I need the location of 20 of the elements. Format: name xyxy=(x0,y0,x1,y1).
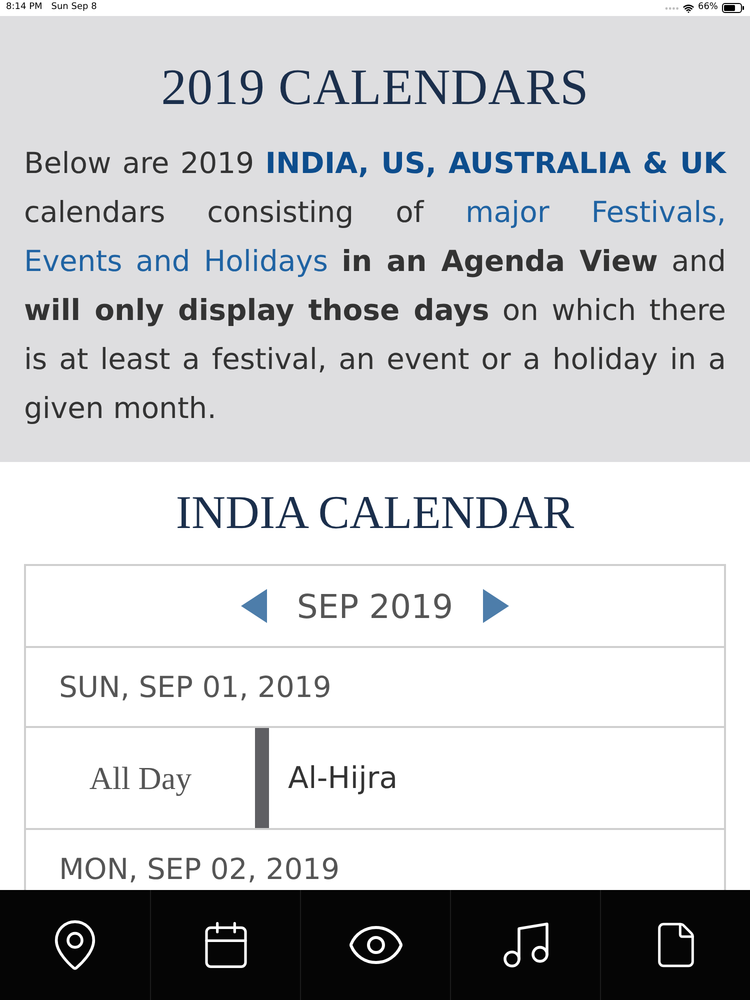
wifi-icon xyxy=(682,2,694,14)
previous-month-button[interactable] xyxy=(240,589,267,623)
month-label: SEP 2019 xyxy=(296,590,454,622)
signal-dots-icon xyxy=(664,6,679,10)
calendar-link[interactable]: major Festivals, xyxy=(466,195,726,229)
day-heading: SUN, SEP 01, 2019 xyxy=(59,672,332,702)
calendar-title: INDIA CALENDAR xyxy=(174,487,576,540)
status-time: 8:14 PM xyxy=(6,1,42,14)
battery-icon xyxy=(722,3,744,13)
triangle-left-icon xyxy=(240,589,267,623)
status-date: Sun Sep 8 xyxy=(51,1,97,14)
day-heading: MON, SEP 02, 2019 xyxy=(59,854,340,884)
calendar-link[interactable]: Events and Holidays xyxy=(24,244,328,278)
next-month-button[interactable] xyxy=(483,589,510,623)
intro-paragraph: Below are 2019 INDIA, US, AUSTRALIA & UK calendars consisting of major Festivals, Events and Holidays in an Agenda View and will only display those days on which there is at least a festival, an event or a holiday in a given month. xyxy=(24,145,726,427)
event-time: All Day xyxy=(89,759,192,798)
page-title: 2019 CALENDARS xyxy=(160,60,590,117)
event-name: Al-Hijra xyxy=(288,760,398,798)
battery-percent: 66% xyxy=(698,1,718,14)
triangle-right-icon xyxy=(483,589,510,623)
